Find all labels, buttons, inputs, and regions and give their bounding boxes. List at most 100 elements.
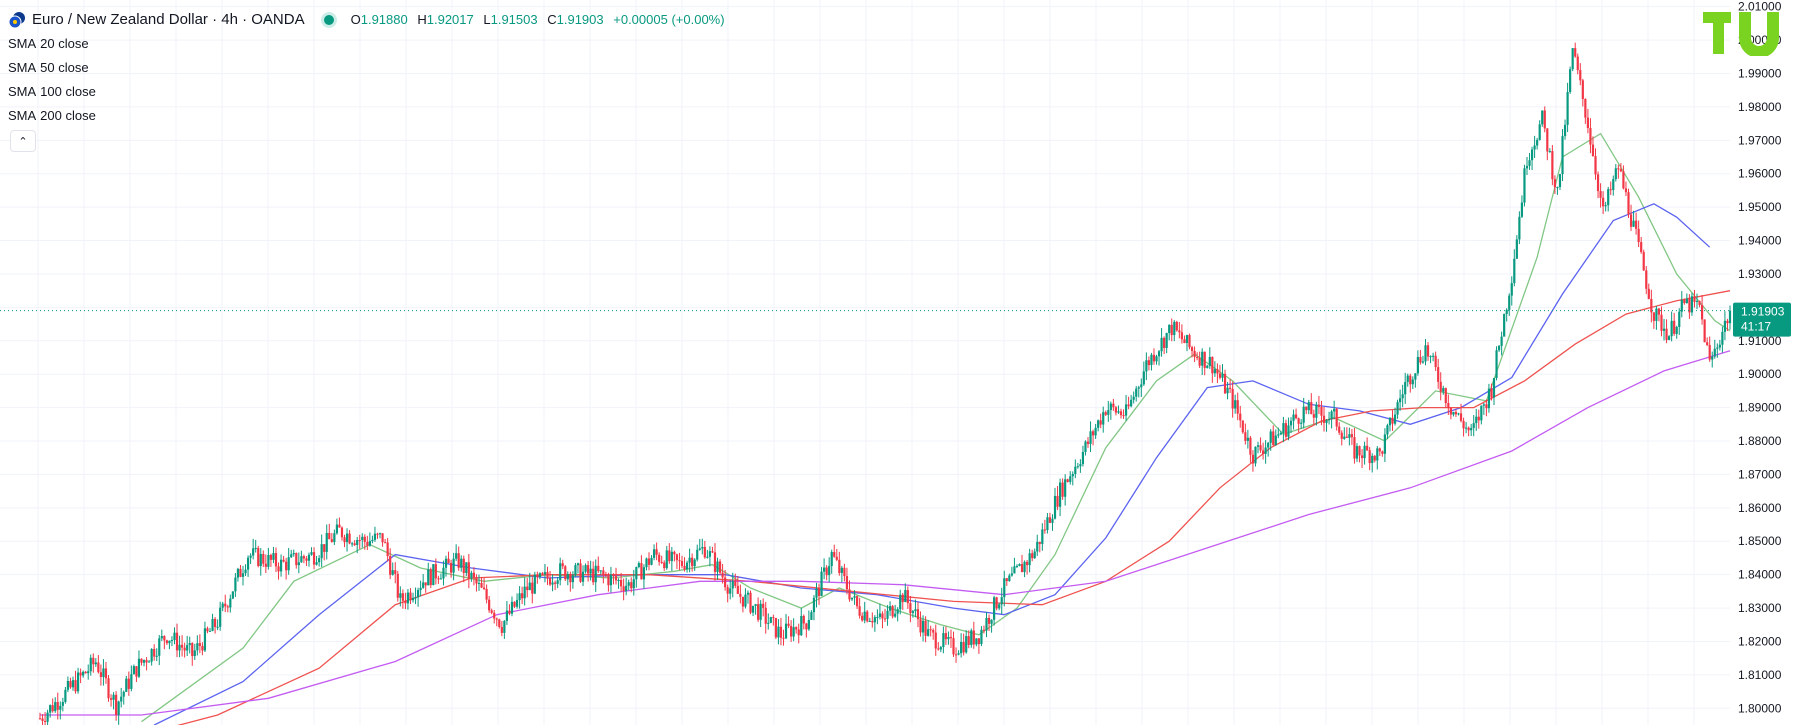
- candle-body: [772, 617, 775, 619]
- candle-body: [617, 580, 620, 582]
- candle-body: [310, 552, 313, 555]
- candle-body: [1378, 448, 1381, 452]
- candle-body: [739, 593, 742, 597]
- candle-body: [861, 615, 864, 621]
- candle-body: [1703, 319, 1706, 343]
- candle-body: [1657, 308, 1661, 315]
- candle-body: [995, 597, 998, 609]
- candle-body: [868, 620, 871, 622]
- candle-body: [462, 558, 465, 573]
- y-tick-label: 1.99000: [1738, 67, 1782, 81]
- candle-body: [429, 569, 432, 586]
- candle-body: [1371, 455, 1374, 464]
- candle-body: [1315, 404, 1318, 418]
- candle-body: [1576, 56, 1579, 71]
- candle-body: [226, 606, 229, 608]
- candle-body: [807, 619, 810, 630]
- candle-body: [363, 536, 366, 542]
- candle-body: [1277, 434, 1280, 436]
- candle-body: [1193, 351, 1196, 357]
- candle-body: [696, 549, 699, 560]
- candle-body: [1155, 356, 1158, 362]
- candle-body: [919, 619, 922, 633]
- candle-body: [977, 638, 980, 645]
- candle-body: [1340, 432, 1343, 439]
- candle-body: [1637, 228, 1640, 243]
- candle-body: [691, 557, 694, 567]
- candle-body: [1348, 434, 1351, 438]
- candle-body: [424, 582, 427, 586]
- symbol-header[interactable]: Euro / New Zealand Dollar · 4h · OANDA O…: [8, 10, 731, 30]
- candle-body: [1728, 310, 1732, 324]
- candle-body: [1586, 117, 1589, 128]
- candle-body: [863, 611, 866, 621]
- candle-body: [1282, 423, 1285, 433]
- candle-body: [571, 575, 574, 583]
- candle-body: [348, 533, 351, 544]
- candle-body: [1145, 360, 1148, 372]
- candle-body: [150, 649, 153, 662]
- candle-body: [107, 678, 110, 699]
- candle-body: [871, 620, 874, 623]
- candle-body: [625, 585, 628, 592]
- candle-body: [1330, 411, 1333, 420]
- candle-body: [74, 680, 77, 692]
- candle-body: [1690, 296, 1694, 313]
- candle-body: [66, 681, 70, 690]
- candle-body: [909, 603, 912, 613]
- candle-body: [1399, 398, 1402, 403]
- candle-body: [952, 638, 955, 655]
- candle-body: [1581, 80, 1584, 99]
- candle-body: [155, 655, 158, 657]
- y-tick-label: 1.95000: [1738, 200, 1782, 214]
- candle-body: [1142, 371, 1145, 385]
- candle-body: [142, 660, 146, 663]
- candle-body: [168, 640, 171, 644]
- candle-body: [213, 618, 217, 627]
- candle-body: [1069, 476, 1072, 482]
- indicator-sma-20[interactable]: SMA 20 close: [8, 34, 731, 54]
- candle-body: [137, 658, 141, 677]
- candle-body: [1667, 336, 1671, 340]
- candle-body: [523, 586, 526, 599]
- candle-body: [1261, 450, 1265, 454]
- candle-body: [888, 606, 892, 611]
- candle-body: [1396, 402, 1399, 415]
- y-tick-label: 1.84000: [1738, 568, 1782, 582]
- y-tick-label: 1.96000: [1738, 167, 1782, 181]
- indicator-params: 100 close: [40, 84, 96, 99]
- candle-body: [764, 607, 767, 624]
- candle-body: [746, 592, 750, 595]
- candle-body: [1632, 220, 1635, 227]
- candle-body: [1426, 345, 1430, 357]
- candle-body: [685, 562, 689, 570]
- candle-body: [1500, 336, 1503, 346]
- candle-body: [125, 678, 128, 692]
- candle-body: [1678, 311, 1681, 327]
- candle-body: [1028, 553, 1031, 566]
- candle-body: [1130, 399, 1133, 407]
- candle-body: [1338, 426, 1341, 433]
- indicator-sma-50[interactable]: SMA 50 close: [8, 58, 731, 78]
- candle-body: [1241, 420, 1244, 433]
- candle-body: [711, 551, 714, 553]
- candle-body: [1434, 355, 1437, 368]
- candle-body: [325, 532, 328, 552]
- candle-body: [1642, 252, 1645, 271]
- candle-body: [729, 588, 732, 594]
- candle-body: [472, 572, 476, 578]
- indicator-sma-200[interactable]: SMA 200 close: [8, 106, 731, 126]
- candle-body: [1033, 551, 1036, 559]
- candle-body: [328, 532, 331, 540]
- candle-body: [216, 626, 219, 628]
- indicator-sma-100[interactable]: SMA 100 close: [8, 82, 731, 102]
- candle-body: [1381, 451, 1384, 454]
- candle-body: [132, 666, 135, 675]
- candle-body: [1089, 431, 1092, 444]
- candle-body: [99, 672, 103, 677]
- candle-body: [1026, 561, 1029, 566]
- candle-body: [282, 559, 285, 562]
- candle-body: [1459, 413, 1463, 421]
- collapse-legend-button[interactable]: ⌃: [10, 130, 36, 152]
- candle-body: [521, 593, 524, 599]
